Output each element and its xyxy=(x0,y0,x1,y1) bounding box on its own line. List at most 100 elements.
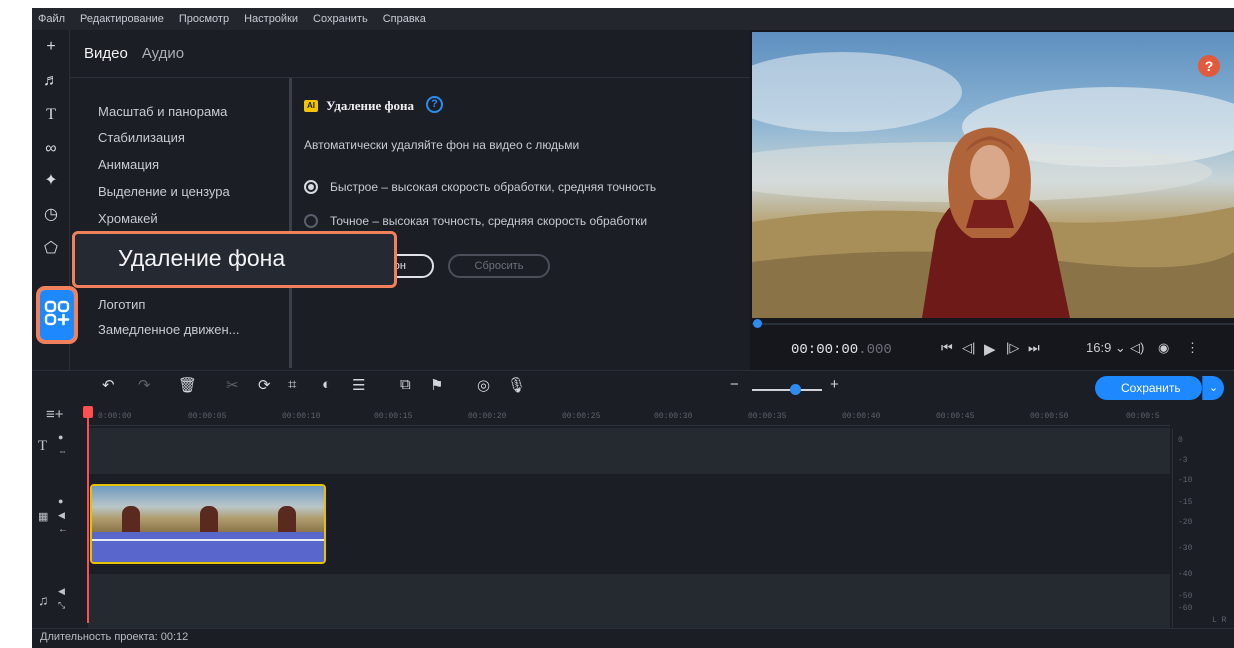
category-item-stabilization[interactable]: Стабилизация xyxy=(98,130,185,145)
ruler-tick: 00:00:15 xyxy=(374,412,413,421)
menu-file[interactable]: Файл xyxy=(38,13,65,25)
help-button[interactable]: ? xyxy=(1198,55,1220,77)
status-bar xyxy=(32,628,1234,648)
delete-icon[interactable]: 🗑 xyxy=(178,376,197,394)
option-precise-label: Точное – высокая точность, средняя скоро… xyxy=(330,214,648,228)
video-visibility-icon[interactable]: ● xyxy=(58,496,63,506)
timeline-toolbar xyxy=(32,370,1234,398)
play-icon[interactable]: ▶ xyxy=(984,340,996,358)
music-icon[interactable]: ♬ xyxy=(40,70,62,92)
magic-wand-icon[interactable]: ✦ xyxy=(40,170,62,192)
help-icon[interactable]: ? xyxy=(426,96,443,113)
marker-icon[interactable]: ⚑ xyxy=(430,376,443,394)
menu-edit[interactable]: Редактирование xyxy=(80,13,164,25)
crop-icon[interactable]: ⌗ xyxy=(288,376,296,393)
category-list: Масштаб и панорама Стабилизация Анимация… xyxy=(70,78,292,368)
snapshot-icon[interactable]: ◉ xyxy=(1158,340,1169,356)
add-track-icon[interactable]: ≡+ xyxy=(46,406,64,423)
meter-channels: L R xyxy=(1212,616,1227,625)
reset-button[interactable]: Сбросить xyxy=(448,254,550,278)
audio-track-icon: ♫ xyxy=(38,592,49,608)
zoom-slider[interactable] xyxy=(752,389,822,391)
option-fast[interactable]: Быстрое – высокая скорость обработки, ср… xyxy=(304,180,656,194)
track-link-icon[interactable]: ⇔ xyxy=(58,446,67,456)
plus-icon[interactable]: + xyxy=(40,36,62,58)
audio-mute-icon[interactable]: ◀ xyxy=(58,586,65,597)
overlay-icon[interactable]: ⧉ xyxy=(400,376,411,393)
timecode: 00:00:00.000 xyxy=(791,342,892,358)
color-adjust-icon[interactable]: ◐ xyxy=(322,376,331,393)
category-item-zoom-pan[interactable]: Масштаб и панорама xyxy=(98,104,227,119)
skip-start-icon[interactable]: ⏮ xyxy=(941,340,953,356)
meter-label: -50 xyxy=(1178,592,1193,601)
background-removal-panel: AI Удаление фона ? Автоматически удаляйт… xyxy=(294,78,750,368)
meter-label: -3 xyxy=(1178,456,1188,465)
clip-thumbnail xyxy=(170,486,248,532)
tab-video[interactable]: Видео xyxy=(84,45,128,62)
category-item-animation[interactable]: Анимация xyxy=(98,157,159,172)
clip-properties-icon[interactable]: ☰ xyxy=(352,376,365,394)
video-link-icon[interactable]: ← xyxy=(58,524,68,535)
zoom-out-icon[interactable]: − xyxy=(730,376,739,393)
thumbnail-figure xyxy=(122,506,140,532)
clip-volume-line[interactable] xyxy=(92,539,324,541)
cut-icon[interactable]: ✂ xyxy=(226,376,239,394)
audio-link-icon[interactable]: ⤡ xyxy=(58,600,65,611)
panel-title: Удаление фона xyxy=(326,98,415,113)
video-mute-icon[interactable]: ◀ xyxy=(58,510,65,521)
scrub-handle[interactable] xyxy=(753,319,762,328)
track-visibility-icon[interactable]: ● xyxy=(58,432,63,442)
meter-label: 0 xyxy=(1178,436,1183,445)
effects-icon xyxy=(44,300,70,326)
rotate-icon[interactable]: ⟳ xyxy=(258,376,271,394)
video-clip[interactable] xyxy=(90,484,326,564)
step-back-icon[interactable]: ◁| xyxy=(962,340,975,356)
timeline-ruler[interactable] xyxy=(88,406,1170,426)
save-button[interactable]: Сохранить xyxy=(1095,376,1202,400)
transitions-icon[interactable]: ∞ xyxy=(40,138,62,160)
clock-icon[interactable]: ◷ xyxy=(40,204,62,226)
more-options-icon[interactable]: ⋮ xyxy=(1186,340,1199,356)
meter-label: -20 xyxy=(1178,518,1193,527)
zoom-in-icon[interactable]: + xyxy=(830,376,839,393)
category-item-highlight-censor[interactable]: Выделение и цензура xyxy=(98,184,230,199)
playhead[interactable] xyxy=(87,408,89,623)
option-fast-label: Быстрое – высокая скорость обработки, ср… xyxy=(330,180,657,194)
panel-description: Автоматически удаляйте фон на видео с лю… xyxy=(304,138,580,152)
category-item-chroma-key[interactable]: Хромакей xyxy=(98,211,158,226)
tab-audio[interactable]: Аудио xyxy=(142,45,184,62)
option-precise[interactable]: Точное – высокая точность, средняя скоро… xyxy=(304,214,647,228)
zoom-slider-handle[interactable] xyxy=(790,384,801,395)
radio-fast[interactable] xyxy=(304,180,318,194)
meter-label: -40 xyxy=(1178,570,1193,579)
undo-icon[interactable]: ↶ xyxy=(102,376,115,394)
webcam-icon[interactable]: ◎ xyxy=(477,376,490,394)
menu-help[interactable]: Справка xyxy=(383,13,426,25)
step-forward-icon[interactable]: |▷ xyxy=(1006,340,1019,356)
sticker-icon[interactable]: ⬠ xyxy=(40,238,62,260)
preview-panel xyxy=(750,30,1234,370)
volume-icon[interactable]: ◁) xyxy=(1130,340,1144,356)
skip-end-icon[interactable]: ⏭ xyxy=(1028,340,1040,356)
aspect-ratio-select[interactable]: 16:9 ⌄ xyxy=(1086,340,1126,356)
audio-track[interactable] xyxy=(88,574,1170,628)
category-item-logo[interactable]: Логотип xyxy=(98,297,145,312)
menu-view[interactable]: Просмотр xyxy=(179,13,229,25)
microphone-icon[interactable]: 🎙 xyxy=(507,376,526,394)
clip-audio-band xyxy=(92,532,324,562)
app-window: Файл Редактирование Просмотр Настройки С… xyxy=(32,8,1234,648)
ruler-tick: 00:00:30 xyxy=(654,412,693,421)
menu-settings[interactable]: Настройки xyxy=(244,13,298,25)
category-item-slow-motion[interactable]: Замедленное движен... xyxy=(98,322,240,337)
more-tools-button[interactable] xyxy=(40,290,74,340)
preview-scrub-bar[interactable] xyxy=(752,323,1234,325)
tab-bar: Видео Аудио xyxy=(70,30,750,78)
ruler-tick: 00:00:45 xyxy=(936,412,975,421)
video-track-icon: ▦ xyxy=(38,511,49,523)
ruler-tick: 00:00:35 xyxy=(748,412,787,421)
text-icon[interactable]: T xyxy=(40,104,62,126)
redo-icon[interactable]: ↷ xyxy=(138,376,151,394)
text-track[interactable] xyxy=(88,428,1170,474)
menu-save[interactable]: Сохранить xyxy=(313,13,368,25)
radio-precise[interactable] xyxy=(304,214,318,228)
